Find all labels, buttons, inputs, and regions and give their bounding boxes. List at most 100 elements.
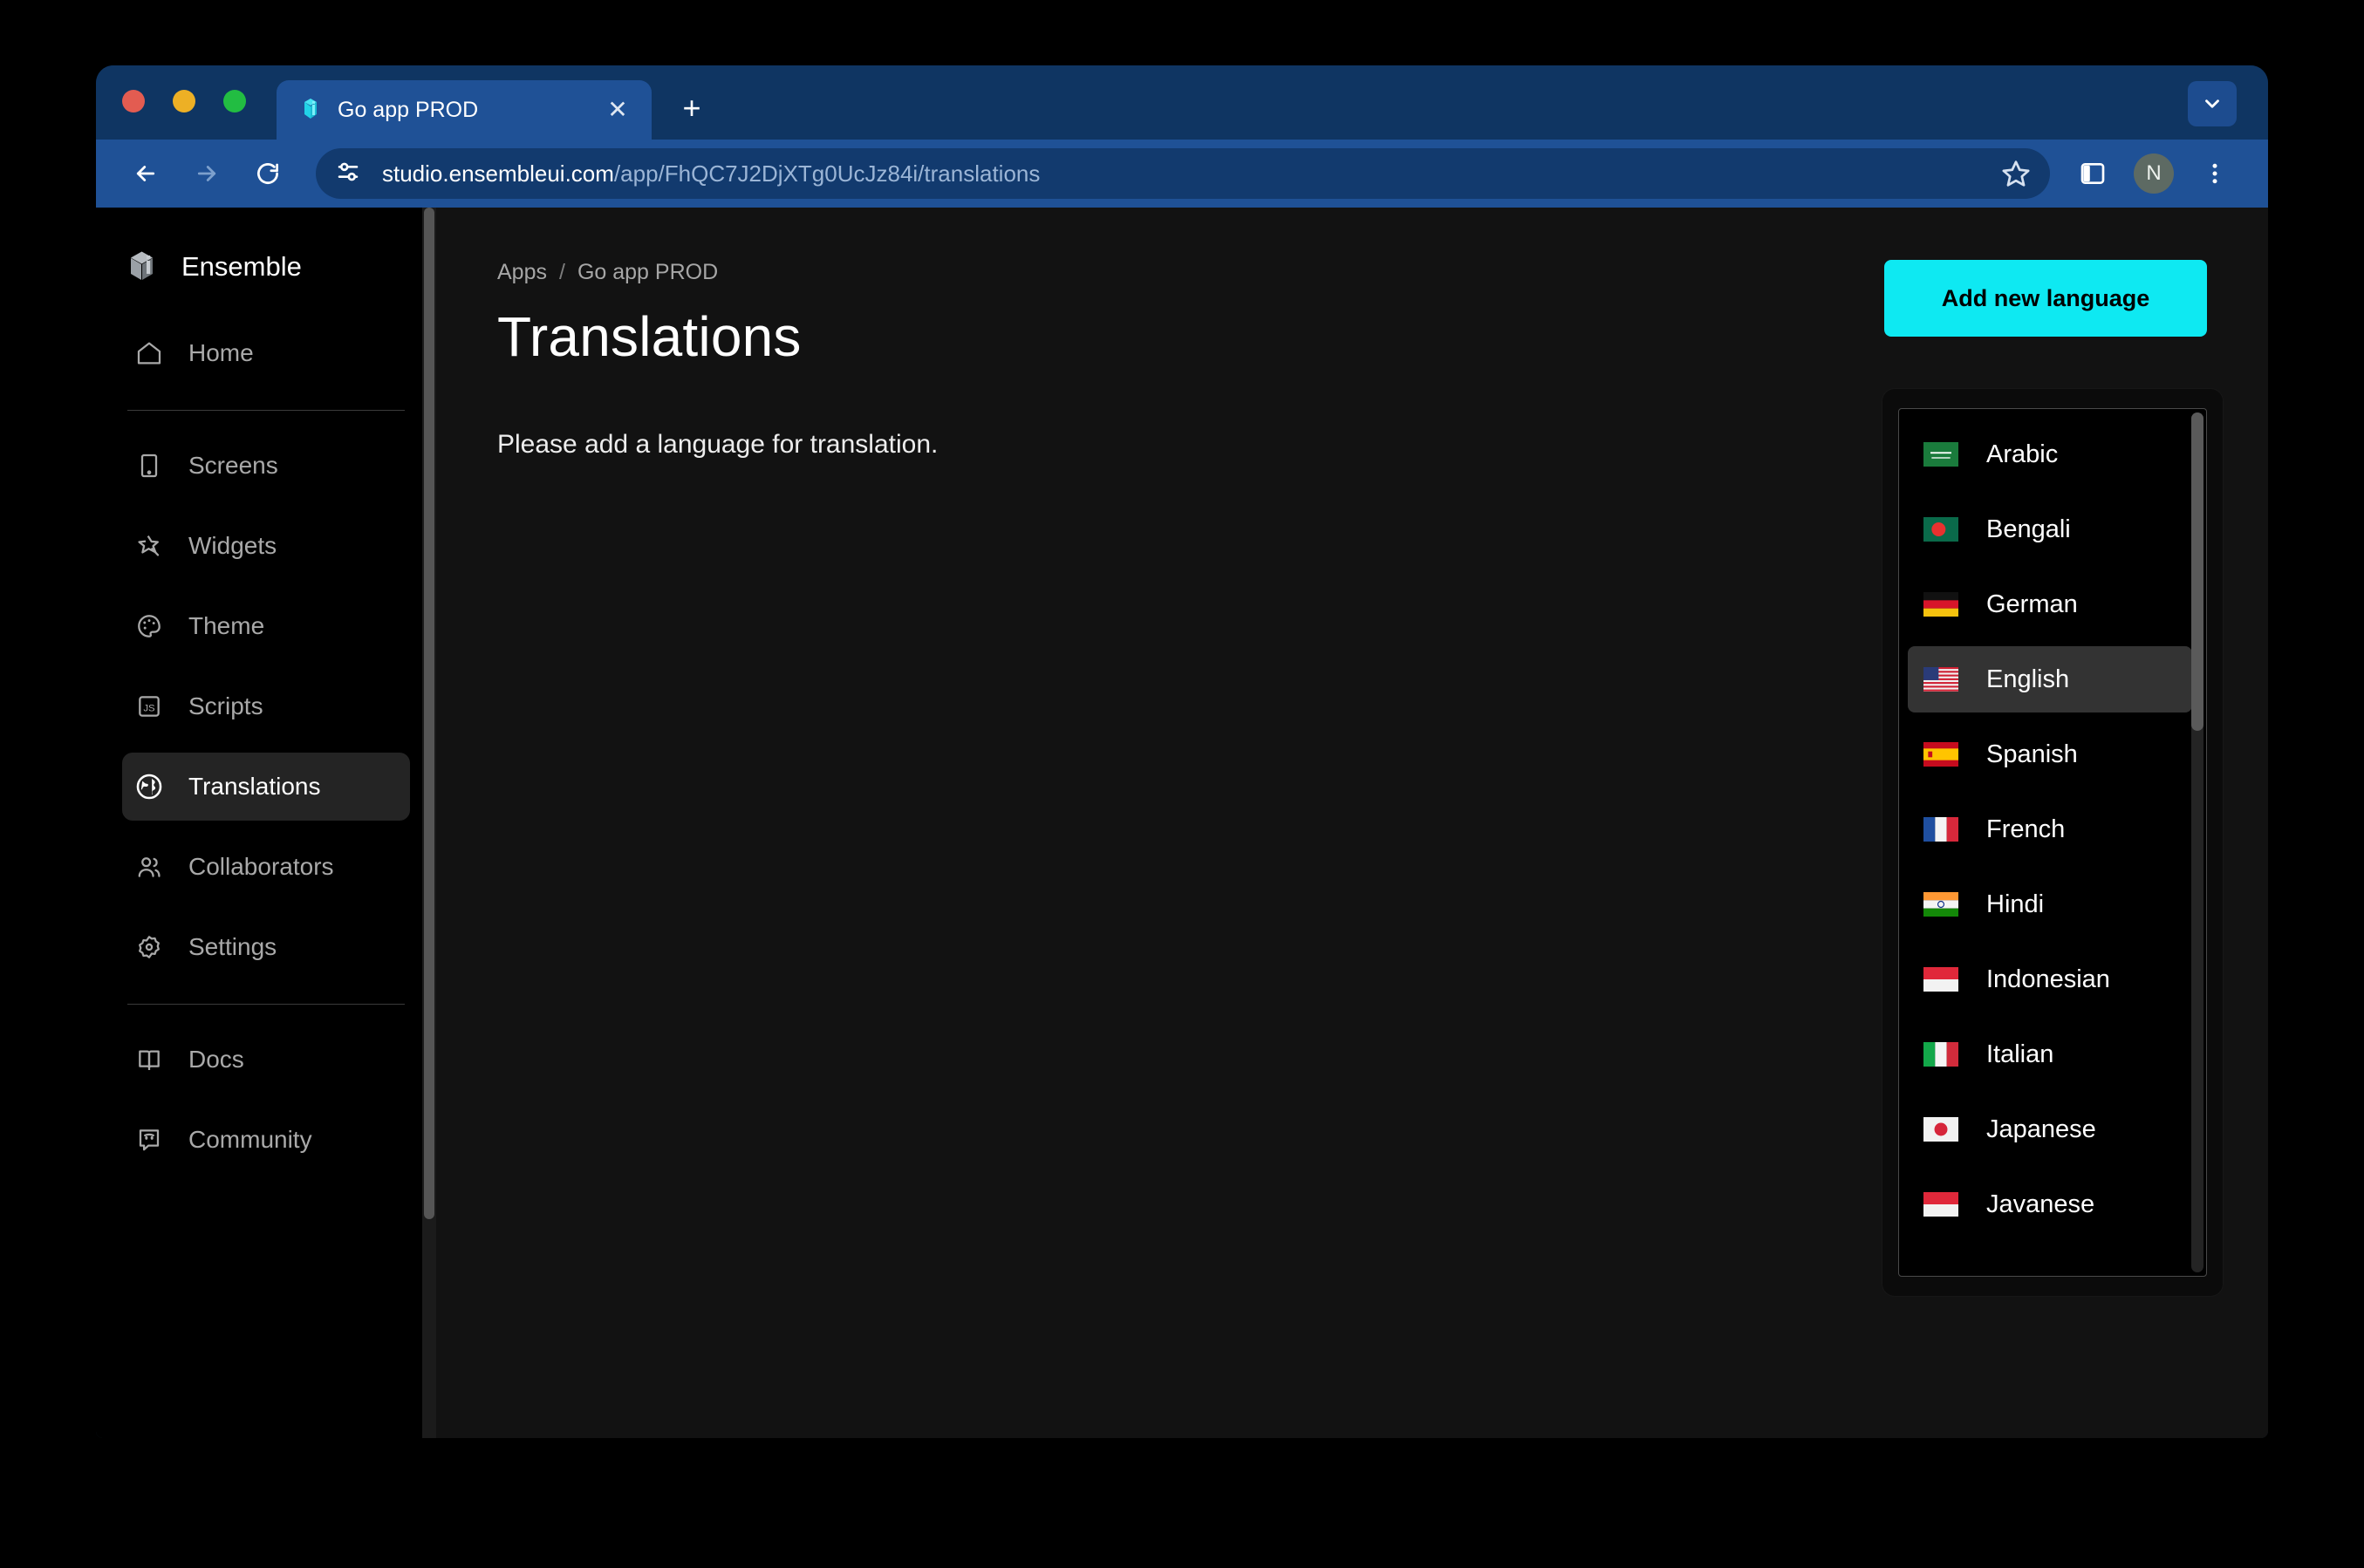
flag-it-icon xyxy=(1923,1042,1964,1067)
sidebar-item-label: Community xyxy=(188,1126,312,1154)
dropdown-scrollbar-thumb[interactable] xyxy=(2191,412,2203,731)
three-dots-vertical-icon[interactable] xyxy=(2188,147,2242,201)
open-book-icon xyxy=(133,1043,166,1076)
sidebar-item-label: Docs xyxy=(188,1046,244,1074)
sidebar-scrollbar[interactable] xyxy=(422,208,436,1438)
sidebar-item-label: Collaborators xyxy=(188,853,334,881)
language-option-label: Indonesian xyxy=(1986,965,2110,994)
url-path: /app/FhQC7J2DjXTg0UcJz84i/translations xyxy=(614,160,1040,187)
language-option-label: German xyxy=(1986,590,2078,619)
profile-initial: N xyxy=(2134,153,2174,194)
url-domain: studio.ensembleui.com xyxy=(382,160,614,187)
language-option-label: Bengali xyxy=(1986,515,2071,544)
sidebar-item-widgets[interactable]: Widgets xyxy=(122,512,410,580)
browser-tab-title: Go app PROD xyxy=(338,98,589,123)
sidebar-item-community[interactable]: Community xyxy=(122,1106,410,1174)
sparkle-star-icon xyxy=(133,529,166,562)
flag-es-icon xyxy=(1923,742,1964,767)
flag-in-icon xyxy=(1923,892,1964,917)
language-option-spanish[interactable]: Spanish xyxy=(1908,721,2192,787)
address-bar-url: studio.ensembleui.com/app/FhQC7J2DjXTg0U… xyxy=(382,160,1040,187)
avatar[interactable]: N xyxy=(2127,147,2181,201)
users-icon xyxy=(133,850,166,883)
sidebar-item-label: Screens xyxy=(188,452,278,480)
language-option-japanese[interactable]: Japanese xyxy=(1908,1096,2192,1162)
flag-fr-icon xyxy=(1923,817,1964,842)
flag-id-icon xyxy=(1923,967,1964,992)
sidebar-item-translations[interactable]: Translations xyxy=(122,753,410,821)
maximize-window-button[interactable] xyxy=(223,90,246,112)
sidebar-item-label: Home xyxy=(188,339,254,367)
close-window-button[interactable] xyxy=(122,90,145,112)
chevron-down-icon[interactable] xyxy=(2188,81,2237,126)
address-bar[interactable]: studio.ensembleui.com/app/FhQC7J2DjXTg0U… xyxy=(316,148,2050,199)
language-option-indonesian[interactable]: Indonesian xyxy=(1908,946,2192,1012)
star-icon[interactable] xyxy=(1994,152,2038,195)
reload-icon[interactable] xyxy=(241,147,295,201)
browser-tab-strip: Go app PROD ✕ + xyxy=(96,65,2268,140)
breadcrumb-root[interactable]: Apps xyxy=(497,260,547,285)
language-option-label: French xyxy=(1986,815,2065,844)
language-option-label: Arabic xyxy=(1986,440,2058,469)
language-option-italian[interactable]: Italian xyxy=(1908,1021,2192,1087)
language-option-label: English xyxy=(1986,665,2069,694)
language-option-hindi[interactable]: Hindi xyxy=(1908,871,2192,937)
palette-icon xyxy=(133,610,166,643)
discord-icon xyxy=(133,1123,166,1156)
window-traffic-lights xyxy=(122,65,246,140)
sidebar-item-docs[interactable]: Docs xyxy=(122,1026,410,1094)
browser-window: Go app PROD ✕ + xyxy=(96,65,2268,1438)
language-option-label: Japanese xyxy=(1986,1115,2096,1144)
language-dropdown: Arabic Bengali German xyxy=(1882,389,2223,1296)
sidebar-divider-top xyxy=(127,410,405,411)
language-option-english[interactable]: English xyxy=(1908,646,2192,712)
home-icon xyxy=(133,337,166,370)
arrow-left-icon[interactable] xyxy=(119,147,173,201)
language-option-bengali[interactable]: Bengali xyxy=(1908,496,2192,562)
browser-tab[interactable]: Go app PROD ✕ xyxy=(277,80,652,140)
ensemble-cube-logo-icon xyxy=(127,250,159,283)
sidebar-scrollbar-thumb[interactable] xyxy=(424,208,434,1219)
sidebar-item-label: Settings xyxy=(188,933,277,961)
language-option-javanese[interactable]: Javanese xyxy=(1908,1171,2192,1237)
language-option-label: Hindi xyxy=(1986,890,2044,919)
breadcrumb-current[interactable]: Go app PROD xyxy=(577,260,718,285)
phone-screen-icon xyxy=(133,449,166,482)
svg-text:JS: JS xyxy=(143,703,155,713)
sidebar-item-theme[interactable]: Theme xyxy=(122,592,410,660)
flag-sa-icon xyxy=(1923,442,1964,467)
language-option-label: Italian xyxy=(1986,1040,2053,1069)
main-content: Apps / Go app PROD Translations Please a… xyxy=(436,208,2268,1438)
language-list: Arabic Bengali German xyxy=(1898,408,2207,1277)
sidebar-item-scripts[interactable]: JS Scripts xyxy=(122,672,410,740)
dropdown-scrollbar[interactable] xyxy=(2191,412,2203,1272)
tune-sliders-icon[interactable] xyxy=(333,157,366,190)
sidebar-divider-bottom xyxy=(127,1004,405,1005)
app-sidebar: Ensemble Home Screens xyxy=(96,208,436,1438)
brand-logo-link[interactable]: Ensemble xyxy=(122,215,410,319)
page-viewport: Ensemble Home Screens xyxy=(96,208,2268,1438)
close-icon[interactable]: ✕ xyxy=(603,95,632,125)
language-option-label: Spanish xyxy=(1986,740,2078,769)
brand-name: Ensemble xyxy=(181,251,302,283)
sidebar-item-screens[interactable]: Screens xyxy=(122,432,410,500)
sidebar-item-settings[interactable]: Settings xyxy=(122,913,410,981)
globe-icon xyxy=(133,770,166,803)
minimize-window-button[interactable] xyxy=(173,90,195,112)
browser-toolbar: studio.ensembleui.com/app/FhQC7J2DjXTg0U… xyxy=(96,140,2268,208)
gear-icon xyxy=(133,931,166,964)
sidebar-item-label: Theme xyxy=(188,612,264,640)
language-option-arabic[interactable]: Arabic xyxy=(1908,421,2192,487)
sidebar-item-label: Translations xyxy=(188,773,320,801)
ensemble-ui-cube-icon xyxy=(297,97,324,123)
language-option-french[interactable]: French xyxy=(1908,796,2192,862)
flag-jp-icon xyxy=(1923,1117,1964,1142)
plus-icon[interactable]: + xyxy=(673,89,711,127)
add-new-language-button[interactable]: Add new language xyxy=(1884,260,2207,337)
js-file-icon: JS xyxy=(133,690,166,723)
language-option-german[interactable]: German xyxy=(1908,571,2192,637)
arrow-right-icon[interactable] xyxy=(180,147,234,201)
side-panel-icon[interactable] xyxy=(2066,147,2120,201)
sidebar-item-home[interactable]: Home xyxy=(122,319,410,387)
sidebar-item-collaborators[interactable]: Collaborators xyxy=(122,833,410,901)
